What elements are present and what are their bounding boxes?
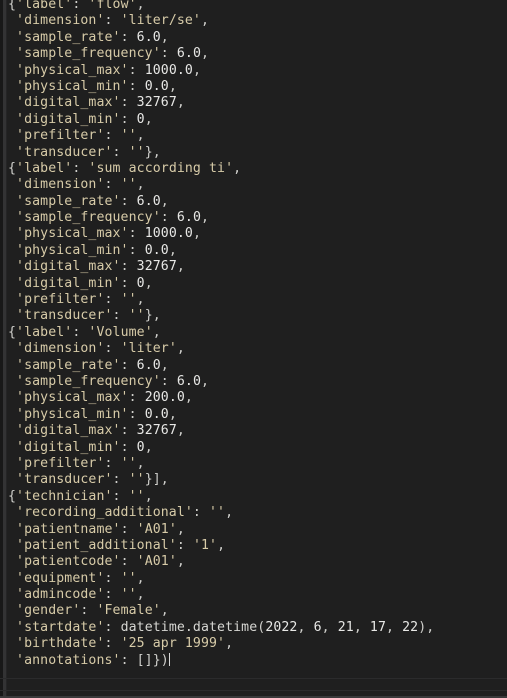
code-line[interactable]: 'physical_max': 1000.0,: [8, 63, 507, 79]
code-line[interactable]: 'transducer': ''},: [8, 308, 507, 324]
panel-divider-top: [0, 678, 507, 679]
code-line[interactable]: 'physical_min': 0.0,: [8, 79, 507, 95]
code-line[interactable]: 'sample_rate': 6.0,: [8, 30, 507, 46]
code-line[interactable]: 'digital_min': 0,: [8, 440, 507, 456]
code-line[interactable]: {'technician': '',: [8, 489, 507, 505]
code-line[interactable]: 'transducer': ''}],: [8, 472, 507, 488]
code-line[interactable]: {'label': 'sum according ti',: [8, 161, 507, 177]
code-line[interactable]: 'patient_additional': '1',: [8, 538, 507, 554]
code-line[interactable]: 'dimension': 'liter',: [8, 341, 507, 357]
code-line[interactable]: 'dimension': 'liter/se',: [8, 13, 507, 29]
code-line[interactable]: 'transducer': ''},: [8, 145, 507, 161]
code-line[interactable]: 'admincode': '',: [8, 587, 507, 603]
code-line[interactable]: 'recording_additional': '',: [8, 505, 507, 521]
code-content-area[interactable]: {'label': 'flow', 'dimension': 'liter/se…: [8, 0, 507, 698]
code-line[interactable]: 'digital_max': 32767,: [8, 259, 507, 275]
code-line[interactable]: {'label': 'flow',: [8, 0, 507, 13]
code-line[interactable]: 'patientcode': 'A01',: [8, 554, 507, 570]
code-line[interactable]: 'prefilter': '',: [8, 292, 507, 308]
code-line[interactable]: 'sample_rate': 6.0,: [8, 358, 507, 374]
code-line[interactable]: 'physical_max': 200.0,: [8, 390, 507, 406]
code-line[interactable]: {'label': 'Volume',: [8, 325, 507, 341]
code-line[interactable]: 'annotations': []}): [8, 652, 507, 669]
code-line[interactable]: 'physical_min': 0.0,: [8, 243, 507, 259]
code-line[interactable]: 'digital_max': 32767,: [8, 423, 507, 439]
code-line[interactable]: 'physical_min': 0.0,: [8, 407, 507, 423]
text-caret: [168, 652, 170, 666]
code-line[interactable]: 'digital_max': 32767,: [8, 95, 507, 111]
code-line[interactable]: 'patientname': 'A01',: [8, 522, 507, 538]
code-line[interactable]: 'prefilter': '',: [8, 128, 507, 144]
code-line[interactable]: 'birthdate': '25 apr 1999',: [8, 636, 507, 652]
code-line[interactable]: 'sample_frequency': 6.0,: [8, 374, 507, 390]
code-line[interactable]: 'startdate': datetime.datetime(2022, 6, …: [8, 620, 507, 636]
code-line[interactable]: 'dimension': '',: [8, 177, 507, 193]
code-line[interactable]: 'equipment': '',: [8, 571, 507, 587]
code-line[interactable]: 'digital_min': 0,: [8, 112, 507, 128]
panel-divider-middle: [0, 690, 507, 691]
code-line[interactable]: 'physical_max': 1000.0,: [8, 226, 507, 242]
code-line[interactable]: 'gender': 'Female',: [8, 603, 507, 619]
code-line[interactable]: 'digital_min': 0,: [8, 276, 507, 292]
code-editor-window: {'label': 'flow', 'dimension': 'liter/se…: [0, 0, 507, 698]
code-line[interactable]: 'sample_rate': 6.0,: [8, 194, 507, 210]
code-line[interactable]: 'prefilter': '',: [8, 456, 507, 472]
gutter-divider: [6, 0, 7, 698]
code-line[interactable]: 'sample_frequency': 6.0,: [8, 46, 507, 62]
code-line[interactable]: 'sample_frequency': 6.0,: [8, 210, 507, 226]
